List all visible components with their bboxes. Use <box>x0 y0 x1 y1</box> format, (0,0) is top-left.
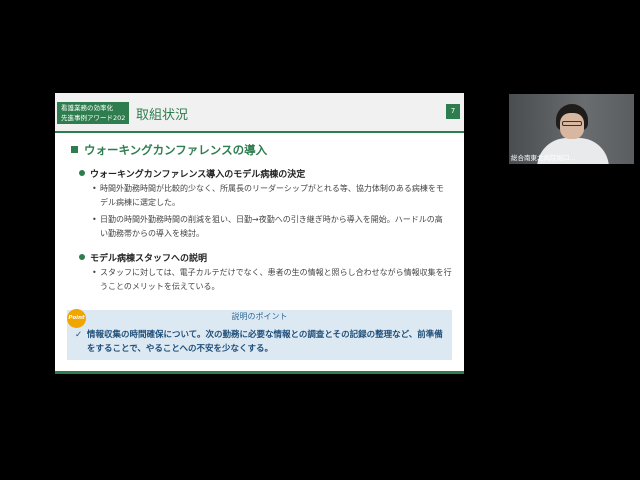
presentation-slide: 看護業務の効率化 先進事例アワード2020 取組状況 7 ウォーキングカンファレ… <box>55 93 464 374</box>
section1-title: ウォーキングカンファレンス導入のモデル病棟の決定 <box>79 167 305 180</box>
slide-heading: ウォーキングカンファレンスの導入 <box>71 142 267 158</box>
award-badge-line1: 看護業務の効率化 <box>61 104 113 112</box>
slide-header: 看護業務の効率化 先進事例アワード2020 取組状況 7 <box>55 93 464 131</box>
slide-header-title: 取組状況 <box>136 108 189 123</box>
checkmark-icon: ✓ <box>75 330 83 340</box>
award-badge: 看護業務の効率化 先進事例アワード2020 <box>57 102 129 124</box>
slide-heading-text: ウォーキングカンファレンスの導入 <box>84 143 268 157</box>
point-badge-icon: Point <box>67 309 86 328</box>
bullet-marker-icon: • <box>92 184 97 193</box>
footer-divider <box>55 371 464 374</box>
participant-name: 総合南東北病院堀口... <box>511 154 576 162</box>
section2-item-1-text: スタッフに対しては、電子カルテだけでなく、患者の生の情報と照らし合わせながら情報… <box>100 268 452 291</box>
award-badge-line2: 先進事例アワード2020 <box>61 114 125 122</box>
section2-title: モデル病棟スタッフへの説明 <box>79 251 207 264</box>
participant-face <box>560 113 584 139</box>
point-box-header: 説明のポイント <box>231 312 288 321</box>
point-box-text: 情報収集の時間確保について。次の勤務に必要な情報との調査とその記録の整理など、前… <box>87 330 443 354</box>
section1-item-1: • 時間外勤務時間が比較的少なく、所属長のリーダーシップがとれる等、協力体制のあ… <box>92 182 450 210</box>
section2-title-text: モデル病棟スタッフへの説明 <box>90 254 208 264</box>
header-divider <box>55 131 464 133</box>
glasses-icon <box>562 121 582 126</box>
section1-item-2-text: 日勤の時間外勤務時間の削減を狙い、日勤→夜勤への引き継ぎ時から導入を開始。ハード… <box>100 215 443 238</box>
page-number: 7 <box>446 104 460 119</box>
section1-title-text: ウォーキングカンファレンス導入のモデル病棟の決定 <box>90 170 306 180</box>
section1-item-1-text: 時間外勤務時間が比較的少なく、所属長のリーダーシップがとれる等、協力体制のある病… <box>100 184 444 207</box>
square-bullet-icon <box>71 146 78 153</box>
dot-bullet-icon <box>79 170 85 176</box>
participant-video-tile[interactable]: 総合南東北病院堀口... <box>509 94 634 164</box>
section1-item-2: • 日勤の時間外勤務時間の削減を狙い、日勤→夜勤への引き継ぎ時から導入を開始。ハ… <box>92 213 450 241</box>
bullet-marker-icon: • <box>92 215 97 224</box>
section2-item-1: • スタッフに対しては、電子カルテだけでなく、患者の生の情報と照らし合わせながら… <box>92 266 458 294</box>
point-box: 説明のポイント ✓ 情報収集の時間確保について。次の勤務に必要な情報との調査とそ… <box>67 310 452 360</box>
bullet-marker-icon: • <box>92 268 97 277</box>
dot-bullet-icon <box>79 254 85 260</box>
